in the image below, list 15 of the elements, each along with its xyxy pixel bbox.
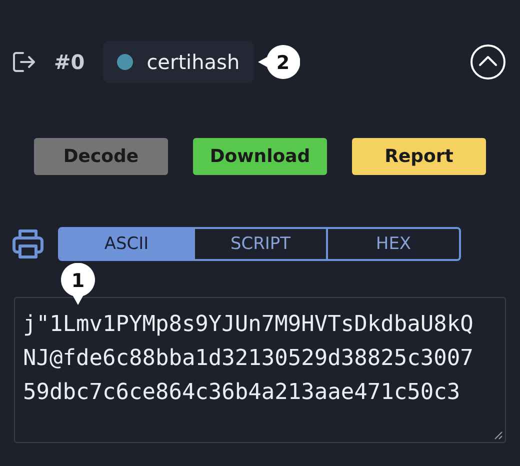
action-button[interactable]: Report (352, 138, 486, 175)
callout-marker: 2 (258, 44, 300, 80)
resize-grip-icon[interactable] (494, 431, 503, 440)
action-button[interactable]: Decode (34, 138, 168, 175)
collapse-button[interactable] (470, 44, 506, 80)
print-icon[interactable] (12, 229, 44, 259)
output-text-area[interactable]: j"1Lmv1PYMp8s9YJUn7M9HVTsDkdbaU8kQNJ@fde6c88bba1d32130529d38825c300759dbc7c6ce864c36b4a213aae471c50c3 (14, 297, 506, 443)
format-tab[interactable]: HEX (326, 229, 459, 259)
action-button[interactable]: Download (193, 138, 327, 175)
callout-marker: 1 (60, 263, 96, 305)
tag-label: certihash (146, 50, 240, 74)
format-tab[interactable]: SCRIPT (193, 229, 326, 259)
format-tab[interactable]: ASCII (60, 229, 193, 259)
index-label: #0 (54, 50, 85, 74)
logout-icon[interactable] (12, 51, 36, 73)
